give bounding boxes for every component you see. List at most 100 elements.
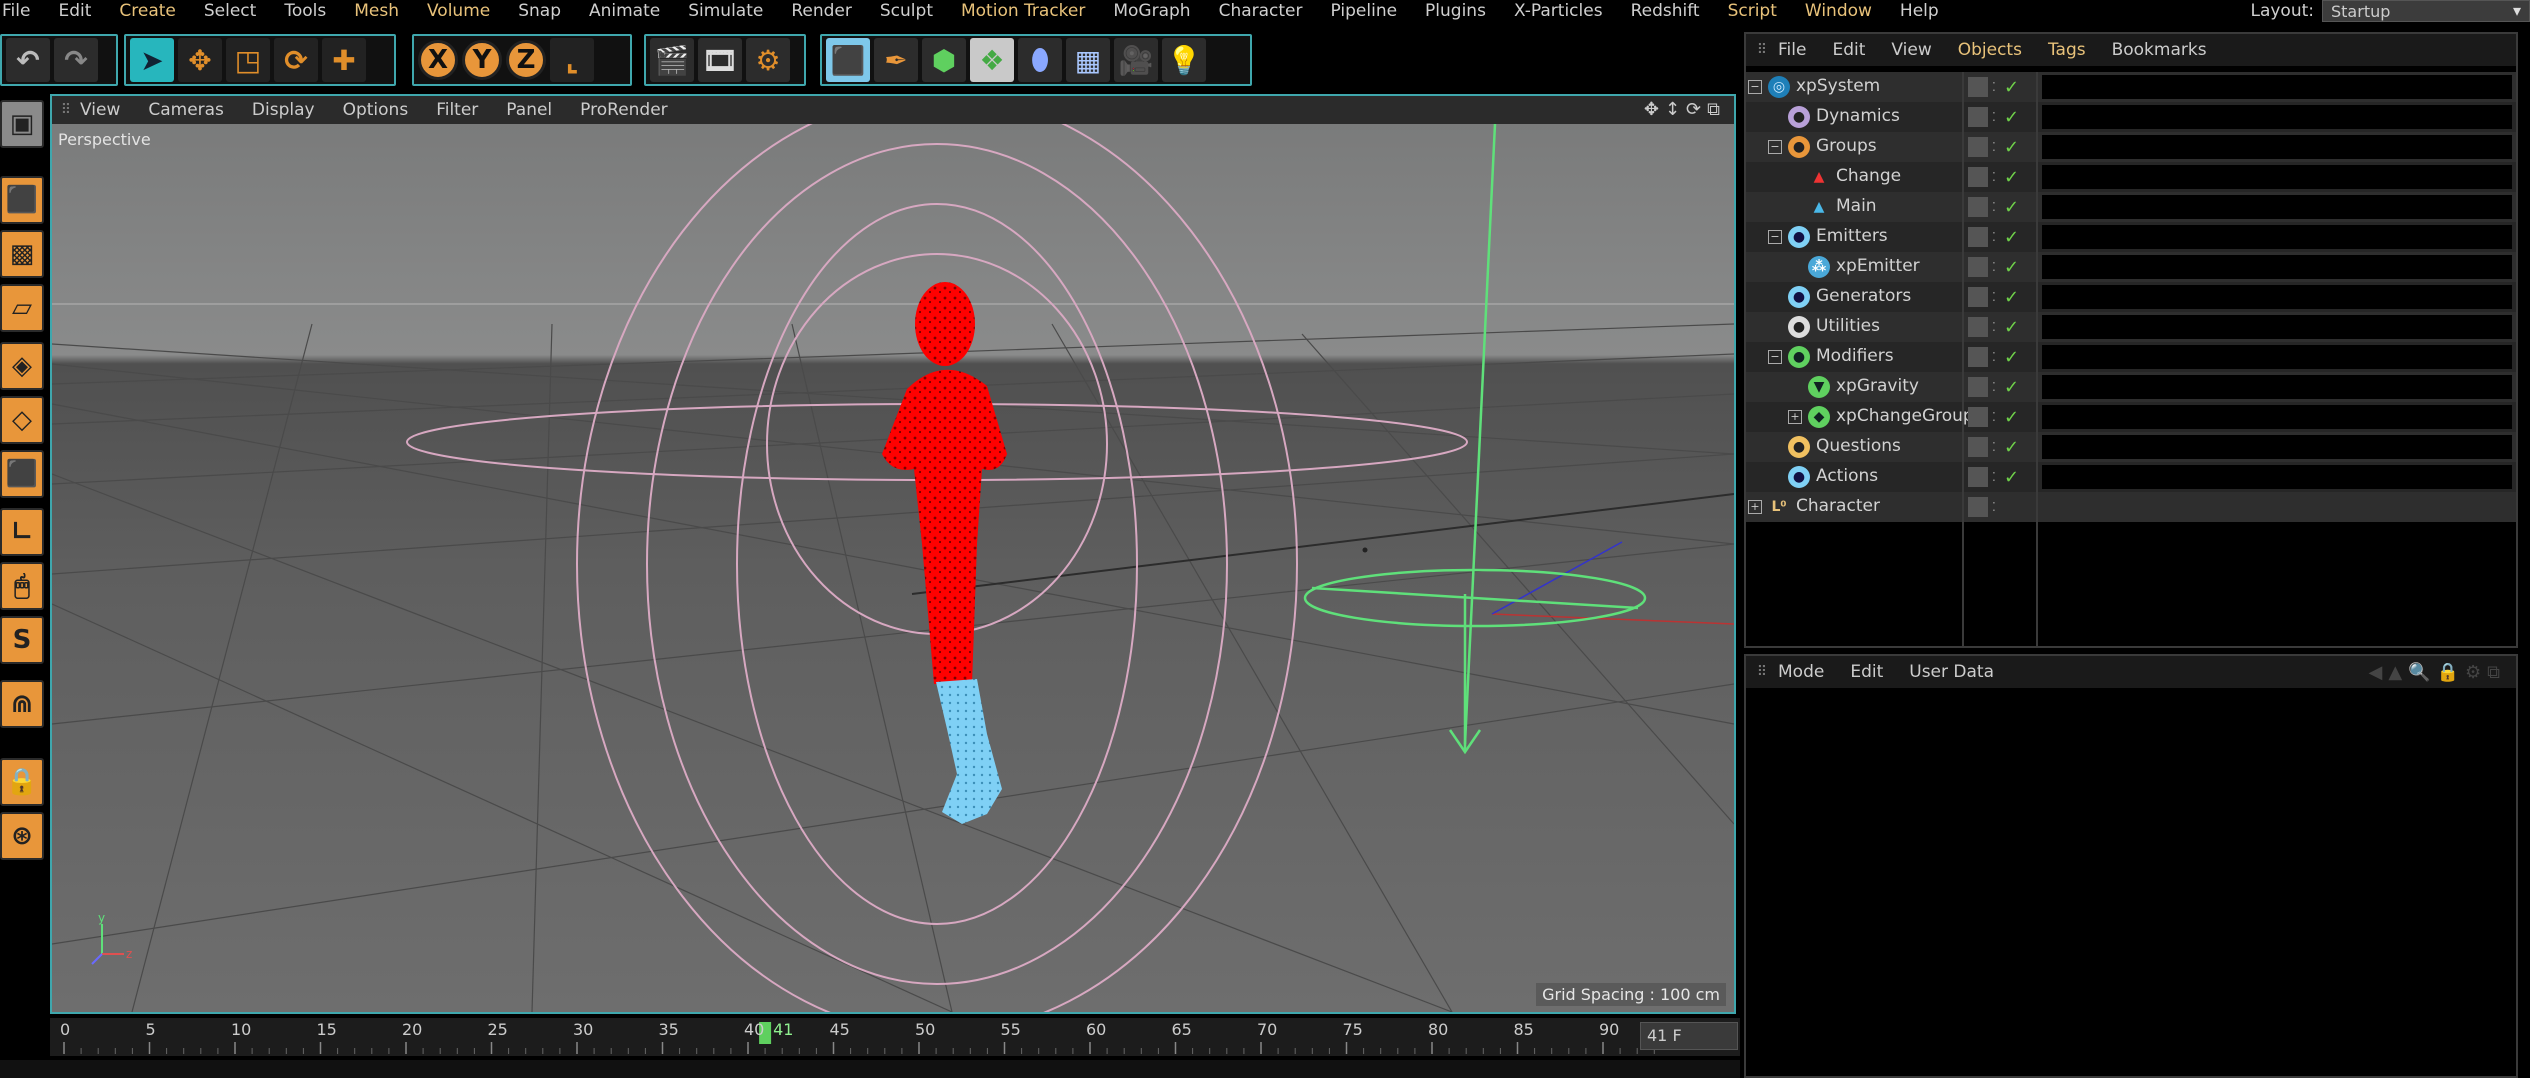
enabled-check-icon[interactable]: ✓ xyxy=(2004,197,2019,218)
tags-cell[interactable] xyxy=(2042,255,2512,279)
menu-window[interactable]: Window xyxy=(1805,1,1886,21)
enabled-check-icon[interactable]: ✓ xyxy=(2004,317,2019,338)
object-row-xpsystem[interactable]: − ◎ xpSystem ⁚ ✓ xyxy=(1746,72,2516,102)
y-axis-icon[interactable]: Y xyxy=(462,40,502,80)
object-row-modifiers[interactable]: − ● Modifiers ⁚ ✓ xyxy=(1746,342,2516,372)
enabled-check-icon[interactable]: ✓ xyxy=(2004,437,2019,458)
light-icon[interactable]: 💡 xyxy=(1162,38,1206,82)
redo-icon[interactable]: ↷ xyxy=(54,38,98,82)
enabled-check-icon[interactable]: ✓ xyxy=(2004,377,2019,398)
tags-cell[interactable] xyxy=(2042,375,2512,399)
tags-cell[interactable] xyxy=(2042,315,2512,339)
select-arrow-icon[interactable]: ➤ xyxy=(130,38,174,82)
object-row-actions[interactable]: ● Actions ⁚ ✓ xyxy=(1746,462,2516,492)
scale-icon[interactable]: ◳ xyxy=(226,38,270,82)
object-manager-menu-edit[interactable]: Edit xyxy=(1832,40,1865,60)
editor-render-toggle-icon[interactable] xyxy=(1968,167,1988,187)
enabled-check-icon[interactable]: ✓ xyxy=(2004,467,2019,488)
tags-cell[interactable] xyxy=(2042,345,2512,369)
menu-render[interactable]: Render xyxy=(791,1,866,21)
object-row-groups[interactable]: − ● Groups ⁚ ✓ xyxy=(1746,132,2516,162)
tags-cell[interactable] xyxy=(2042,465,2512,489)
menu-file[interactable]: File xyxy=(2,1,44,21)
enabled-check-icon[interactable]: ✓ xyxy=(2004,107,2019,128)
object-manager-menu-file[interactable]: File xyxy=(1778,40,1806,60)
object-row-character[interactable]: + L⁰ Character ⁚ xyxy=(1746,492,2516,522)
model-mode-icon[interactable]: ⬛ xyxy=(0,176,44,224)
tweak-mode-icon[interactable]: 🖱 xyxy=(0,562,44,610)
visibility-dots-icon[interactable]: ⁚ xyxy=(1992,290,2000,304)
collapse-icon[interactable]: − xyxy=(1768,140,1782,154)
editor-render-toggle-icon[interactable] xyxy=(1968,77,1988,97)
object-row-generators[interactable]: ● Generators ⁚ ✓ xyxy=(1746,282,2516,312)
menu-x-particles[interactable]: X-Particles xyxy=(1514,1,1617,21)
object-row-questions[interactable]: ● Questions ⁚ ✓ xyxy=(1746,432,2516,462)
menu-snap[interactable]: Snap xyxy=(518,1,575,21)
object-row-utilities[interactable]: ● Utilities ⁚ ✓ xyxy=(1746,312,2516,342)
viewport-menu-view[interactable]: View xyxy=(80,100,120,120)
menu-animate[interactable]: Animate xyxy=(589,1,674,21)
editor-render-toggle-icon[interactable] xyxy=(1968,407,1988,427)
menu-sculpt[interactable]: Sculpt xyxy=(880,1,947,21)
polygons-mode-icon[interactable]: ⬛ xyxy=(0,450,44,498)
coordinate-system-icon[interactable]: ⌞ xyxy=(550,38,594,82)
editor-render-toggle-icon[interactable] xyxy=(1968,317,1988,337)
enabled-check-icon[interactable]: ✓ xyxy=(2004,77,2019,98)
editor-render-toggle-icon[interactable] xyxy=(1968,467,1988,487)
object-row-xpchangegroup[interactable]: + ◆ xpChangeGroup ⁚ ✓ xyxy=(1746,402,2516,432)
expand-icon[interactable]: + xyxy=(1788,410,1802,424)
render-view-icon[interactable]: 🎬 xyxy=(650,38,694,82)
visibility-dots-icon[interactable]: ⁚ xyxy=(1992,110,2000,124)
snap-icon[interactable]: ⋒ xyxy=(0,680,44,728)
menu-create[interactable]: Create xyxy=(119,1,190,21)
tags-cell[interactable] xyxy=(2042,285,2512,309)
viewport-scene[interactable]: y z xyxy=(52,124,1734,1012)
undo-icon[interactable]: ↶ xyxy=(6,38,50,82)
deformer-icon[interactable]: ⬮ xyxy=(1018,38,1062,82)
editor-render-toggle-icon[interactable] xyxy=(1968,287,1988,307)
visibility-dots-icon[interactable]: ⁚ xyxy=(1992,260,2000,274)
tags-cell[interactable] xyxy=(2042,135,2512,159)
visibility-dots-icon[interactable]: ⁚ xyxy=(1992,140,2000,154)
object-row-emitters[interactable]: − ● Emitters ⁚ ✓ xyxy=(1746,222,2516,252)
attribute-manager-nav-icons[interactable]: ◀▲🔍🔒⚙⧉ xyxy=(2369,662,2507,683)
editor-render-toggle-icon[interactable] xyxy=(1968,227,1988,247)
editor-render-toggle-icon[interactable] xyxy=(1968,107,1988,127)
enabled-check-icon[interactable]: ✓ xyxy=(2004,257,2019,278)
viewport-menu-display[interactable]: Display xyxy=(252,100,315,120)
collapse-icon[interactable]: − xyxy=(1748,80,1762,94)
viewport-menu-prorender[interactable]: ProRender xyxy=(580,100,668,120)
timeline-ruler[interactable]: 41 0 5 10 15 20 25 30 35 40 45 50 55 60 65 70 75 80 85 90 xyxy=(50,1018,1740,1056)
tags-cell[interactable] xyxy=(2042,495,2512,519)
visibility-dots-icon[interactable]: ⁚ xyxy=(1992,470,2000,484)
lock-workplane-icon[interactable]: 🔒 xyxy=(0,758,44,806)
menu-help[interactable]: Help xyxy=(1900,1,1953,21)
visibility-dots-icon[interactable]: ⁚ xyxy=(1992,440,2000,454)
object-row-change[interactable]: ▲ Change ⁚ ✓ xyxy=(1746,162,2516,192)
tags-cell[interactable] xyxy=(2042,165,2512,189)
object-manager-menu-objects[interactable]: Objects xyxy=(1958,40,2022,60)
viewport-menu-panel[interactable]: Panel xyxy=(506,100,552,120)
enabled-check-icon[interactable]: ✓ xyxy=(2004,287,2019,308)
enabled-check-icon[interactable]: ✓ xyxy=(2004,407,2019,428)
visibility-dots-icon[interactable]: ⁚ xyxy=(1992,320,2000,334)
pen-spline-icon[interactable]: ✒ xyxy=(874,38,918,82)
visibility-dots-icon[interactable]: ⁚ xyxy=(1992,200,2000,214)
menu-pipeline[interactable]: Pipeline xyxy=(1331,1,1412,21)
menu-character[interactable]: Character xyxy=(1219,1,1317,21)
object-manager-menu-bookmarks[interactable]: Bookmarks xyxy=(2112,40,2207,60)
workplane-icon[interactable]: ▱ xyxy=(0,284,44,332)
tags-cell[interactable] xyxy=(2042,405,2512,429)
floor-icon[interactable]: ▦ xyxy=(1066,38,1110,82)
object-row-dynamics[interactable]: ● Dynamics ⁚ ✓ xyxy=(1746,102,2516,132)
viewport-navigation-icons[interactable]: ✥↕⟳⧉ xyxy=(1644,99,1726,120)
tags-cell[interactable] xyxy=(2042,105,2512,129)
viewport-menu-options[interactable]: Options xyxy=(343,100,409,120)
menu-edit[interactable]: Edit xyxy=(58,1,105,21)
enabled-check-icon[interactable]: ✓ xyxy=(2004,137,2019,158)
editor-render-toggle-icon[interactable] xyxy=(1968,347,1988,367)
expand-icon[interactable]: + xyxy=(1748,500,1762,514)
menu-plugins[interactable]: Plugins xyxy=(1425,1,1500,21)
editor-render-toggle-icon[interactable] xyxy=(1968,497,1988,517)
camera-icon[interactable]: 🎥 xyxy=(1114,38,1158,82)
